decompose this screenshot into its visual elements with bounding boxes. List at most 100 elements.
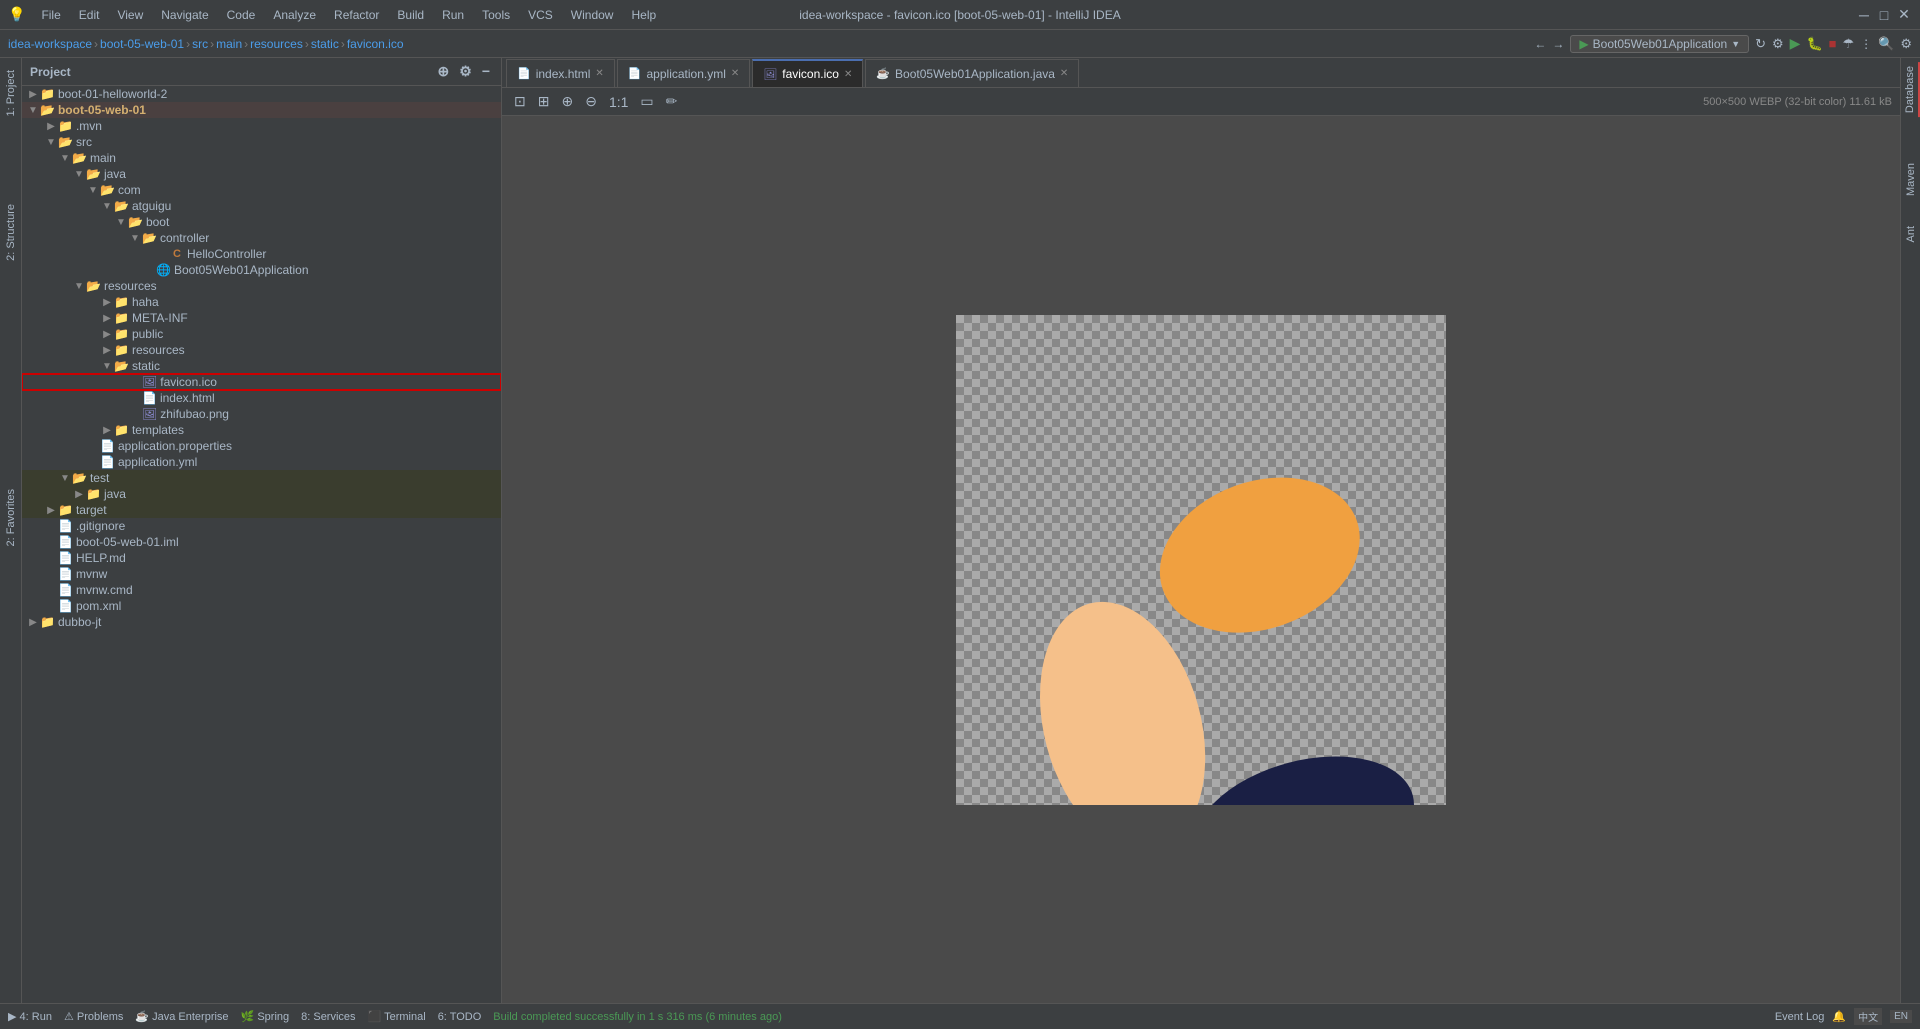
menu-view[interactable]: View xyxy=(109,6,151,24)
right-sidebar-tab-ant[interactable]: Ant xyxy=(1903,222,1919,247)
run-icon[interactable]: ▶ xyxy=(1790,35,1801,52)
back-icon[interactable]: ← xyxy=(1534,37,1546,51)
maximize-button[interactable]: □ xyxy=(1876,7,1892,23)
stop-icon[interactable]: ■ xyxy=(1829,36,1837,51)
tree-item-testjava[interactable]: ▶ 📁 java xyxy=(22,486,501,502)
tree-item-favicon[interactable]: 🖼 favicon.ico xyxy=(22,374,501,390)
zoom-in-button[interactable]: ⊕ xyxy=(557,91,577,112)
tree-item-static[interactable]: ▼ 📂 static xyxy=(22,358,501,374)
tree-item-gitignore[interactable]: 📄 .gitignore xyxy=(22,518,501,534)
zoom-ratio-button[interactable]: 1:1 xyxy=(605,92,632,112)
tree-item-helpmd[interactable]: 📄 HELP.md xyxy=(22,550,501,566)
forward-icon[interactable]: → xyxy=(1552,37,1564,51)
tree-item-templates[interactable]: ▶ 📁 templates xyxy=(22,422,501,438)
menu-code[interactable]: Code xyxy=(219,6,264,24)
tree-item-boot-pkg[interactable]: ▼ 📂 boot xyxy=(22,214,501,230)
right-sidebar-tab-maven[interactable]: Maven xyxy=(1903,159,1919,200)
tree-item-main[interactable]: ▼ 📂 main xyxy=(22,150,501,166)
tab-close-boot05app[interactable]: ✕ xyxy=(1060,68,1068,79)
tab-boot05app[interactable]: ☕ Boot05Web01Application.java ✕ xyxy=(865,59,1079,87)
tree-item-boot01[interactable]: ▶ 📁 boot-01-helloworld-2 xyxy=(22,86,501,102)
menu-vcs[interactable]: VCS xyxy=(520,6,561,24)
tab-close-index[interactable]: ✕ xyxy=(595,68,603,79)
coverage-icon[interactable]: ☂ xyxy=(1843,36,1855,52)
tree-item-haha[interactable]: ▶ 📁 haha xyxy=(22,294,501,310)
tree-item-boot05app[interactable]: 🌐 Boot05Web01Application xyxy=(22,262,501,278)
tree-item-index[interactable]: 📄 index.html xyxy=(22,390,501,406)
tab-index-html[interactable]: 📄 index.html ✕ xyxy=(506,59,615,87)
keyboard-layout[interactable]: EN xyxy=(1890,1010,1912,1023)
tree-item-boot05[interactable]: ▼ 📂 boot-05-web-01 xyxy=(22,102,501,118)
sync-icon[interactable]: ↻ xyxy=(1755,36,1766,52)
minimize-button[interactable]: ─ xyxy=(1856,7,1872,23)
ime-status[interactable]: 中文 xyxy=(1854,1008,1882,1025)
terminal-button[interactable]: ⬛ Terminal xyxy=(368,1010,426,1023)
tree-item-metainf[interactable]: ▶ 📁 META-INF xyxy=(22,310,501,326)
tab-application-yml[interactable]: 📄 application.yml ✕ xyxy=(617,59,750,87)
tree-item-iml[interactable]: 📄 boot-05-web-01.iml xyxy=(22,534,501,550)
tree-item-com[interactable]: ▼ 📂 com xyxy=(22,182,501,198)
tree-item-atguigu[interactable]: ▼ 📂 atguigu xyxy=(22,198,501,214)
menu-file[interactable]: File xyxy=(33,6,68,24)
tree-item-resources2[interactable]: ▶ 📁 resources xyxy=(22,342,501,358)
services-button[interactable]: 8: Services xyxy=(301,1011,355,1023)
todo-button[interactable]: 6: TODO xyxy=(438,1011,482,1023)
menu-tools[interactable]: Tools xyxy=(474,6,518,24)
sidebar-tab-structure[interactable]: 2: Structure xyxy=(3,200,19,265)
problems-button[interactable]: ⚠ Problems xyxy=(64,1010,123,1023)
tree-item-hellocontroller[interactable]: C HelloController xyxy=(22,246,501,262)
fit-page-button[interactable]: ⊡ xyxy=(510,91,530,112)
tree-item-mvnw[interactable]: 📄 mvnw xyxy=(22,566,501,582)
tree-item-zhifubao[interactable]: 🖼 zhifubao.png xyxy=(22,406,501,422)
tree-item-dubbo[interactable]: ▶ 📁 dubbo-jt xyxy=(22,614,501,630)
notification-icon[interactable]: 🔔 xyxy=(1832,1010,1846,1023)
scope-icon[interactable]: ⊕ xyxy=(435,62,453,81)
menu-build[interactable]: Build xyxy=(389,6,432,24)
tab-favicon-ico[interactable]: 🖼 favicon.ico ✕ xyxy=(752,59,863,87)
actual-size-button[interactable]: ⊞ xyxy=(534,91,554,112)
run-panel-button[interactable]: ▶ 4: Run xyxy=(8,1010,52,1023)
search-everywhere-icon[interactable]: 🔍 xyxy=(1878,36,1894,52)
menu-run[interactable]: Run xyxy=(434,6,472,24)
spring-button[interactable]: 🌿 Spring xyxy=(241,1010,290,1023)
tab-close-appyml[interactable]: ✕ xyxy=(731,68,739,79)
debug-icon[interactable]: 🐛 xyxy=(1806,36,1822,52)
sidebar-tab-favorites[interactable]: 2: Favorites xyxy=(3,485,19,550)
tree-item-appprops[interactable]: 📄 application.properties xyxy=(22,438,501,454)
breadcrumb-item-1[interactable]: boot-05-web-01 xyxy=(100,37,184,51)
tree-item-mvn[interactable]: ▶ 📁 .mvn xyxy=(22,118,501,134)
zoom-out-button[interactable]: ⊖ xyxy=(581,91,601,112)
tree-item-java-dir[interactable]: ▼ 📂 java xyxy=(22,166,501,182)
more-icon[interactable]: ⋮ xyxy=(1860,37,1872,51)
settings-icon[interactable]: ⚙ xyxy=(1900,36,1912,52)
fit-frame-button[interactable]: ▭ xyxy=(636,91,657,112)
menu-edit[interactable]: Edit xyxy=(71,6,108,24)
breadcrumb-item-5[interactable]: static xyxy=(311,37,339,51)
hide-panel-icon[interactable]: − xyxy=(479,62,493,81)
tree-item-public[interactable]: ▶ 📁 public xyxy=(22,326,501,342)
color-picker-button[interactable]: ✏ xyxy=(662,91,682,112)
tree-item-src[interactable]: ▼ 📂 src xyxy=(22,134,501,150)
menu-help[interactable]: Help xyxy=(623,6,664,24)
tab-close-favicon[interactable]: ✕ xyxy=(844,69,852,80)
tree-item-test[interactable]: ▼ 📂 test xyxy=(22,470,501,486)
tree-item-mvnwcmd[interactable]: 📄 mvnw.cmd xyxy=(22,582,501,598)
breadcrumb-item-2[interactable]: src xyxy=(192,37,208,51)
build-icon[interactable]: ⚙ xyxy=(1772,36,1784,52)
tree-item-appyaml[interactable]: 📄 application.yml xyxy=(22,454,501,470)
run-config-selector[interactable]: ▶ Boot05Web01Application ▼ xyxy=(1570,35,1749,53)
menu-navigate[interactable]: Navigate xyxy=(153,6,216,24)
tree-item-controller[interactable]: ▼ 📂 controller xyxy=(22,230,501,246)
menu-refactor[interactable]: Refactor xyxy=(326,6,387,24)
close-button[interactable]: ✕ xyxy=(1896,7,1912,23)
java-enterprise-button[interactable]: ☕ Java Enterprise xyxy=(135,1010,228,1023)
menu-window[interactable]: Window xyxy=(563,6,622,24)
tree-item-pomxml[interactable]: 📄 pom.xml xyxy=(22,598,501,614)
sidebar-tab-project[interactable]: 1: Project xyxy=(3,66,19,120)
menu-analyze[interactable]: Analyze xyxy=(265,6,324,24)
gear-icon[interactable]: ⚙ xyxy=(456,62,475,81)
tree-item-resources[interactable]: ▼ 📂 resources xyxy=(22,278,501,294)
right-sidebar-tab-database[interactable]: Database xyxy=(1902,62,1920,117)
tree-item-target[interactable]: ▶ 📁 target xyxy=(22,502,501,518)
event-log-button[interactable]: Event Log xyxy=(1775,1011,1825,1023)
